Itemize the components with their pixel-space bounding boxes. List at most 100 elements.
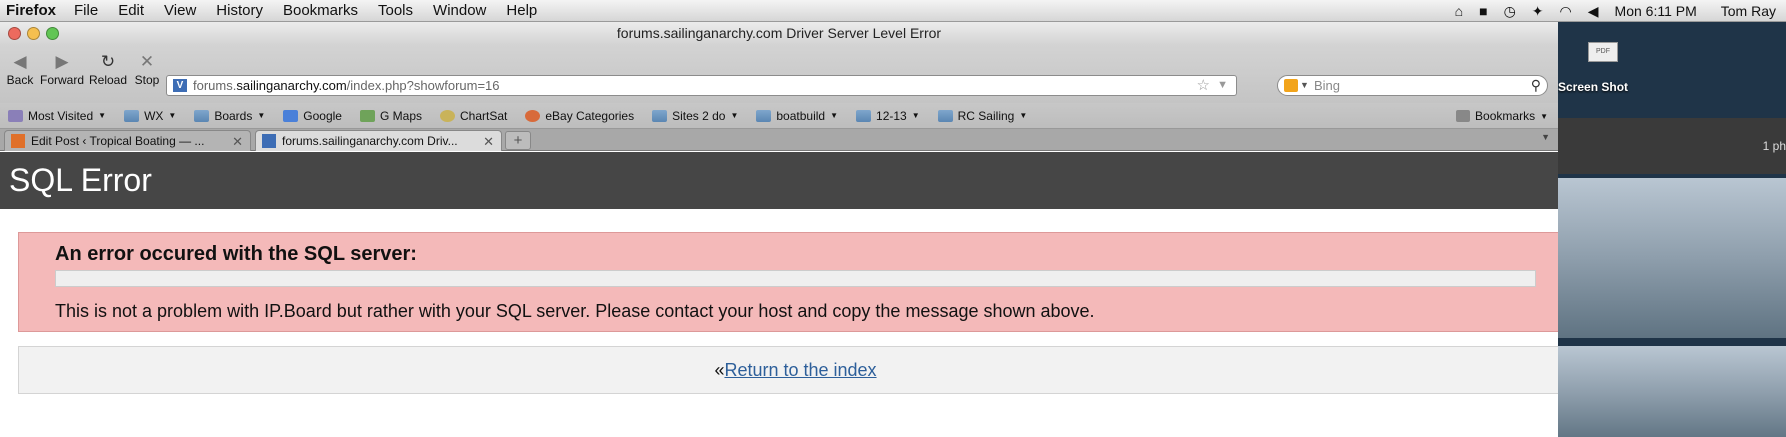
page-header: SQL Error [0, 152, 1558, 209]
stop-icon: ✕ [139, 52, 155, 71]
bookmark-folder-wx[interactable]: WX ▼ [124, 109, 176, 123]
forward-arrow-icon: ▶ [55, 52, 69, 71]
search-input[interactable]: Bing [1314, 78, 1340, 93]
error-description: This is not a problem with IP.Board but … [55, 301, 1095, 321]
photos-header: 1 ph [1558, 118, 1786, 174]
chevron-down-icon: ▼ [911, 111, 920, 120]
close-tab-icon[interactable]: ✕ [483, 131, 494, 151]
wifi-icon[interactable]: ◠ [1560, 3, 1572, 20]
chevron-down-icon[interactable]: ▼ [1300, 76, 1309, 95]
reload-icon: ↻ [100, 52, 116, 71]
google-icon [283, 109, 299, 122]
menu-file[interactable]: File [74, 2, 98, 19]
pdf-file-icon[interactable]: PDF [1588, 42, 1618, 62]
bookmarks-icon [1456, 110, 1471, 122]
folder-icon [937, 109, 953, 122]
bookmark-folder-12-13[interactable]: 12-13 ▼ [856, 109, 920, 123]
menu-history[interactable]: History [216, 2, 263, 19]
menu-view[interactable]: View [164, 2, 196, 19]
bookmark-ebay-categories[interactable]: eBay Categories [525, 109, 634, 123]
bluetooth-icon[interactable]: ✦ [1532, 3, 1544, 20]
chevron-down-icon: ▼ [830, 111, 839, 120]
url-history-dropdown-icon[interactable]: ▼ [1217, 76, 1228, 95]
clock[interactable]: Mon 6:11 PM [1615, 3, 1697, 19]
tab-list-icon[interactable]: ▼ [1541, 132, 1550, 142]
wordpress-icon [11, 134, 25, 148]
bookmark-folder-sites-2-do[interactable]: Sites 2 do ▼ [652, 109, 738, 123]
photo-thumbnail[interactable] [1558, 178, 1786, 338]
bookmarks-menu-button[interactable]: Bookmarks ▼ [1456, 103, 1548, 129]
bookmark-chartsat[interactable]: ChartSat [440, 109, 507, 123]
bookmark-star-icon[interactable]: ☆ [1197, 76, 1210, 95]
folder-icon [194, 109, 210, 122]
ebay-icon [525, 109, 541, 122]
menu-window[interactable]: Window [433, 2, 486, 19]
most-visited-icon [8, 109, 23, 122]
app-menu[interactable]: Firefox [6, 2, 56, 19]
chartsat-icon [440, 109, 455, 122]
site-favicon-icon: V [173, 79, 187, 92]
folder-icon [652, 109, 668, 122]
page-title: SQL Error [9, 162, 152, 198]
search-engine-icon[interactable] [1284, 79, 1298, 92]
return-prefix: « [714, 360, 725, 380]
stop-button[interactable]: ✕ Stop [127, 49, 167, 99]
time-machine-icon[interactable]: ◷ [1504, 3, 1516, 20]
address-bar[interactable]: V forums.sailinganarchy.com/index.php?sh… [166, 75, 1237, 96]
folder-icon [124, 109, 140, 122]
back-arrow-icon: ◀ [13, 52, 27, 71]
browser-window: forums.sailinganarchy.com Driver Server … [0, 22, 1558, 437]
chevron-down-icon: ▼ [1019, 111, 1028, 120]
forward-button[interactable]: ▶ Forward [38, 49, 86, 99]
user-menu[interactable]: Tom Ray [1721, 3, 1776, 19]
title-bar: forums.sailinganarchy.com Driver Server … [0, 22, 1558, 45]
error-box: An error occured with the SQL server: Th… [18, 232, 1558, 332]
truck-icon[interactable]: ■ [1479, 3, 1487, 19]
maps-icon [359, 109, 375, 122]
desktop-file-label: Screen Shot [1558, 80, 1629, 94]
search-bar[interactable]: ▼ Bing ⚲ [1277, 75, 1548, 96]
chevron-down-icon: ▼ [98, 111, 107, 120]
close-tab-icon[interactable]: ✕ [232, 131, 243, 151]
zoom-window-button[interactable] [46, 27, 59, 40]
bookmark-folder-boards[interactable]: Boards ▼ [194, 109, 265, 123]
home-icon[interactable]: ⌂ [1455, 3, 1463, 19]
page-content: SQL Error An error occured with the SQL … [0, 152, 1558, 437]
photos-count: 1 ph [1762, 139, 1786, 153]
menu-help[interactable]: Help [506, 2, 537, 19]
reload-button[interactable]: ↻ Reload [88, 49, 128, 99]
desktop-panel: PDF Screen Shot 1 ph [1558, 22, 1786, 437]
navigation-toolbar: ◀ Back ▶ Forward ↻ Reload ✕ Stop V forum… [0, 45, 1558, 103]
return-to-index-link[interactable]: Return to the index [724, 360, 876, 380]
new-tab-button[interactable]: + [505, 131, 531, 150]
folder-icon [756, 109, 772, 122]
volume-icon[interactable]: ◀ [1588, 3, 1599, 20]
photo-thumbnail[interactable] [1558, 346, 1786, 437]
bookmark-most-visited[interactable]: Most Visited ▼ [8, 109, 106, 123]
folder-icon [856, 109, 872, 122]
close-window-button[interactable] [8, 27, 21, 40]
tab-bar: Edit Post ‹ Tropical Boating — ... ✕ for… [0, 129, 1558, 151]
menu-bar: Firefox File Edit View History Bookmarks… [0, 0, 1786, 22]
bookmark-folder-rc-sailing[interactable]: RC Sailing ▼ [937, 109, 1028, 123]
chevron-down-icon: ▼ [257, 111, 266, 120]
minimize-window-button[interactable] [27, 27, 40, 40]
chevron-down-icon: ▼ [730, 111, 739, 120]
chevron-down-icon: ▼ [168, 111, 177, 120]
menu-edit[interactable]: Edit [118, 2, 144, 19]
window-title: forums.sailinganarchy.com Driver Server … [616, 25, 942, 41]
error-heading: An error occured with the SQL server: [55, 243, 417, 265]
search-icon[interactable]: ⚲ [1531, 76, 1541, 95]
bookmark-google[interactable]: Google [283, 109, 342, 123]
back-button[interactable]: ◀ Back [0, 49, 40, 99]
menu-tools[interactable]: Tools [378, 2, 413, 19]
site-favicon-icon [262, 134, 276, 148]
bookmark-folder-boatbuild[interactable]: boatbuild ▼ [756, 109, 838, 123]
tab-sailinganarchy[interactable]: forums.sailinganarchy.com Driv... ✕ [255, 130, 502, 151]
return-box: «Return to the index [18, 346, 1558, 394]
bookmarks-toolbar: Most Visited ▼ WX ▼ Boards ▼ Google G Maps … [0, 103, 1558, 129]
menu-bookmarks[interactable]: Bookmarks [283, 2, 358, 19]
tab-edit-post[interactable]: Edit Post ‹ Tropical Boating — ... ✕ [4, 130, 251, 151]
error-message-field[interactable] [55, 270, 1536, 287]
bookmark-g-maps[interactable]: G Maps [359, 109, 422, 123]
